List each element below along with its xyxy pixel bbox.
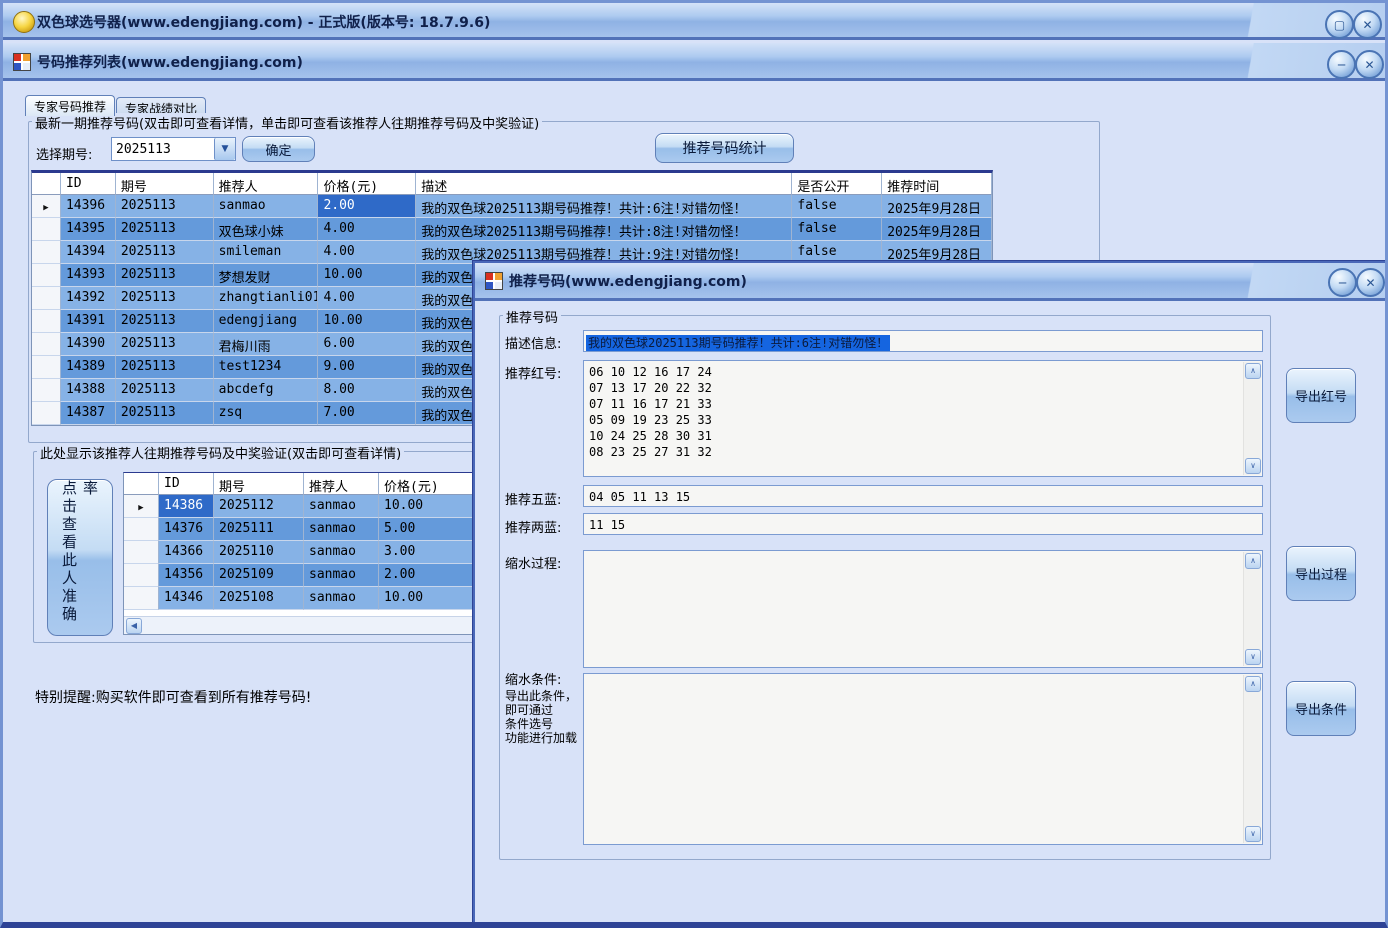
close-icon: ✕ [1362, 18, 1372, 32]
dropdown-arrow-icon[interactable]: ▼ [214, 138, 235, 160]
scroll-up-icon[interactable]: ∧ [1245, 363, 1261, 379]
minimize-icon: ─ [1338, 58, 1345, 72]
list-close-button[interactable]: ✕ [1355, 50, 1384, 79]
scroll-left-icon[interactable]: ◀ [126, 618, 142, 634]
period-label: 选择期号: [36, 144, 92, 163]
table-row[interactable]: ▶ 14396 2025113 sanmao 2.00 我的双色球2025113… [32, 195, 992, 218]
dialog-close-button[interactable]: ✕ [1356, 268, 1385, 297]
scroll-down-icon[interactable]: ∨ [1245, 458, 1261, 474]
main-window-title: 双色球选号器(www.edengjiang.com) - 正式版(版本号: 18… [37, 12, 490, 32]
list-window-titlebar: 号码推荐列表(www.edengjiang.com) [3, 43, 1385, 81]
desc-label: 描述信息: [505, 333, 561, 352]
header-public: 是否公开 [792, 173, 882, 195]
scroll-up-icon[interactable]: ∧ [1245, 553, 1261, 569]
red-numbers-text: 06 10 12 16 17 24 07 13 17 20 22 32 07 1… [584, 361, 1262, 463]
app-window: 双色球选号器(www.edengjiang.com) - 正式版(版本号: 18… [0, 0, 1388, 928]
header-blank [32, 173, 61, 195]
header-blank [124, 473, 159, 495]
window-icon [485, 272, 503, 290]
red-label: 推荐红号: [505, 363, 561, 382]
header-period: 期号 [116, 173, 214, 195]
header-id: ID [159, 473, 214, 495]
selected-cell: 2.00 [318, 195, 416, 218]
tab-expert-numbers[interactable]: 专家号码推荐 [25, 95, 115, 116]
desc-input[interactable]: 我的双色球2025113期号码推荐！共计:6注!对错勿怪！ [583, 330, 1263, 352]
red-numbers-area[interactable]: 06 10 12 16 17 24 07 13 17 20 22 32 07 1… [583, 360, 1263, 477]
row-marker-icon: ▶ [124, 495, 159, 518]
maximize-icon: ▢ [1334, 18, 1345, 32]
selected-cell: 14386 [159, 495, 214, 518]
process-vertical-scrollbar[interactable]: ∧ ∨ [1243, 552, 1261, 666]
red-vertical-scrollbar[interactable]: ∧ ∨ [1243, 362, 1261, 475]
reminder-text: 特别提醒:购买软件即可查看到所有推荐号码! [35, 687, 311, 707]
close-icon: ✕ [1364, 58, 1374, 72]
table-row[interactable]: 14395 2025113 双色球小妹 4.00 我的双色球2025113期号码… [32, 218, 992, 241]
process-area[interactable]: ∧ ∨ [583, 550, 1263, 668]
process-label: 缩水过程: [505, 553, 561, 572]
condition-note: 导出此条件， 即可通过 条件选号 功能进行加载 [505, 689, 577, 745]
close-button[interactable]: ✕ [1353, 10, 1382, 39]
selected-text: 我的双色球2025113期号码推荐！共计:6注!对错勿怪！ [586, 335, 890, 351]
recommend-dialog: 推荐号码(www.edengjiang.com) ─ ✕ 推荐号码 描述信息: … [473, 261, 1387, 925]
header-recommender: 推荐人 [214, 173, 319, 195]
dialog-titlebar: 推荐号码(www.edengjiang.com) [475, 263, 1385, 301]
groupbox2-title: 此处显示该推荐人往期推荐号码及中奖验证(双击即可查看详情) [37, 443, 404, 462]
period-value: 2025113 [112, 138, 214, 160]
list-window-title: 号码推荐列表(www.edengjiang.com) [37, 52, 303, 72]
window-icon [13, 53, 31, 71]
scroll-up-icon[interactable]: ∧ [1245, 676, 1261, 692]
header-recommender: 推荐人 [304, 473, 379, 495]
scroll-down-icon[interactable]: ∨ [1245, 649, 1261, 665]
export-process-button[interactable]: 导出过程 [1286, 546, 1356, 601]
export-red-button[interactable]: 导出红号 [1286, 368, 1356, 423]
header-price: 价格(元) [318, 173, 416, 195]
close-icon: ✕ [1365, 276, 1375, 290]
list-minimize-button[interactable]: ─ [1327, 50, 1356, 79]
export-condition-button[interactable]: 导出条件 [1286, 681, 1356, 736]
condition-vertical-scrollbar[interactable]: ∧ ∨ [1243, 675, 1261, 843]
period-combobox[interactable]: 2025113 ▼ [111, 137, 236, 161]
dialog-title: 推荐号码(www.edengjiang.com) [509, 271, 747, 291]
header-period: 期号 [214, 473, 304, 495]
maximize-button[interactable]: ▢ [1325, 10, 1354, 39]
blue2-input[interactable]: 11 15 [583, 513, 1263, 535]
coin-icon [13, 11, 35, 33]
minimize-icon: ─ [1339, 276, 1346, 290]
blue5-label: 推荐五蓝: [505, 489, 561, 508]
accuracy-button[interactable]: 点击查看此人准确率 [47, 479, 113, 636]
header-description: 描述 [416, 173, 792, 195]
blue5-input[interactable]: 04 05 11 13 15 [583, 485, 1263, 507]
confirm-button[interactable]: 确定 [242, 136, 315, 162]
blue2-label: 推荐两蓝: [505, 517, 561, 536]
header-id: ID [61, 173, 116, 195]
scroll-down-icon[interactable]: ∨ [1245, 826, 1261, 842]
table-header-row: ID 期号 推荐人 价格(元) 描述 是否公开 推荐时间 [32, 173, 992, 195]
main-titlebar: 双色球选号器(www.edengjiang.com) - 正式版(版本号: 18… [3, 3, 1385, 40]
condition-area[interactable]: ∧ ∨ [583, 673, 1263, 845]
condition-label: 缩水条件: [505, 669, 561, 688]
header-time: 推荐时间 [882, 173, 992, 195]
row-marker-icon: ▶ [32, 195, 61, 218]
dialog-minimize-button[interactable]: ─ [1328, 268, 1357, 297]
stats-button[interactable]: 推荐号码统计 [655, 133, 794, 163]
dialog-groupbox-title: 推荐号码 [503, 307, 561, 326]
